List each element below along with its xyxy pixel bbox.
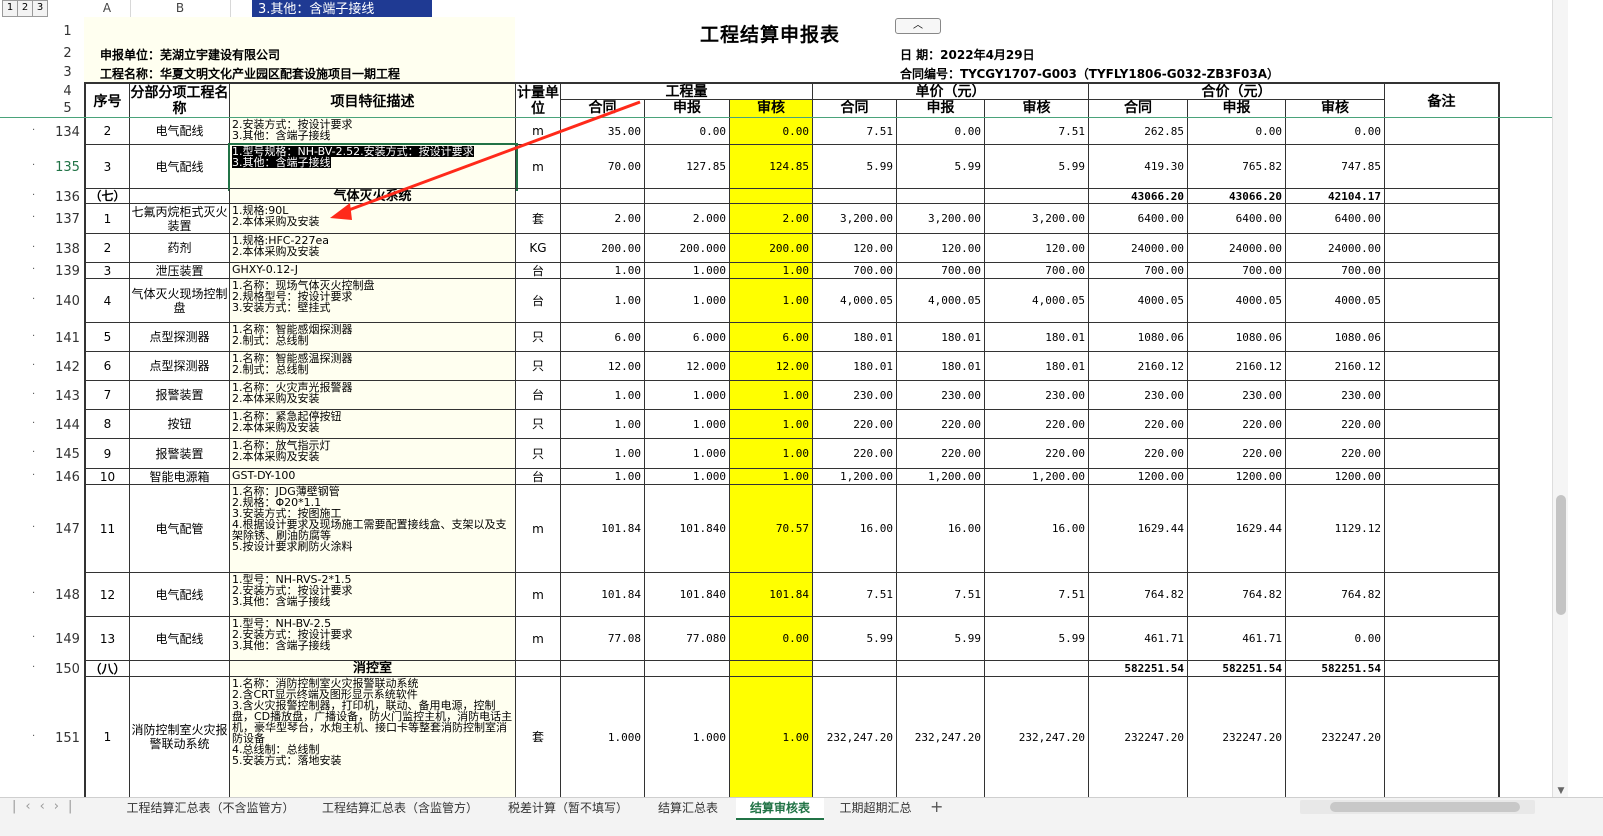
arrowhead-icon	[330, 203, 352, 220]
annotation-arrow	[330, 100, 641, 220]
arrow-shaft	[337, 100, 641, 216]
